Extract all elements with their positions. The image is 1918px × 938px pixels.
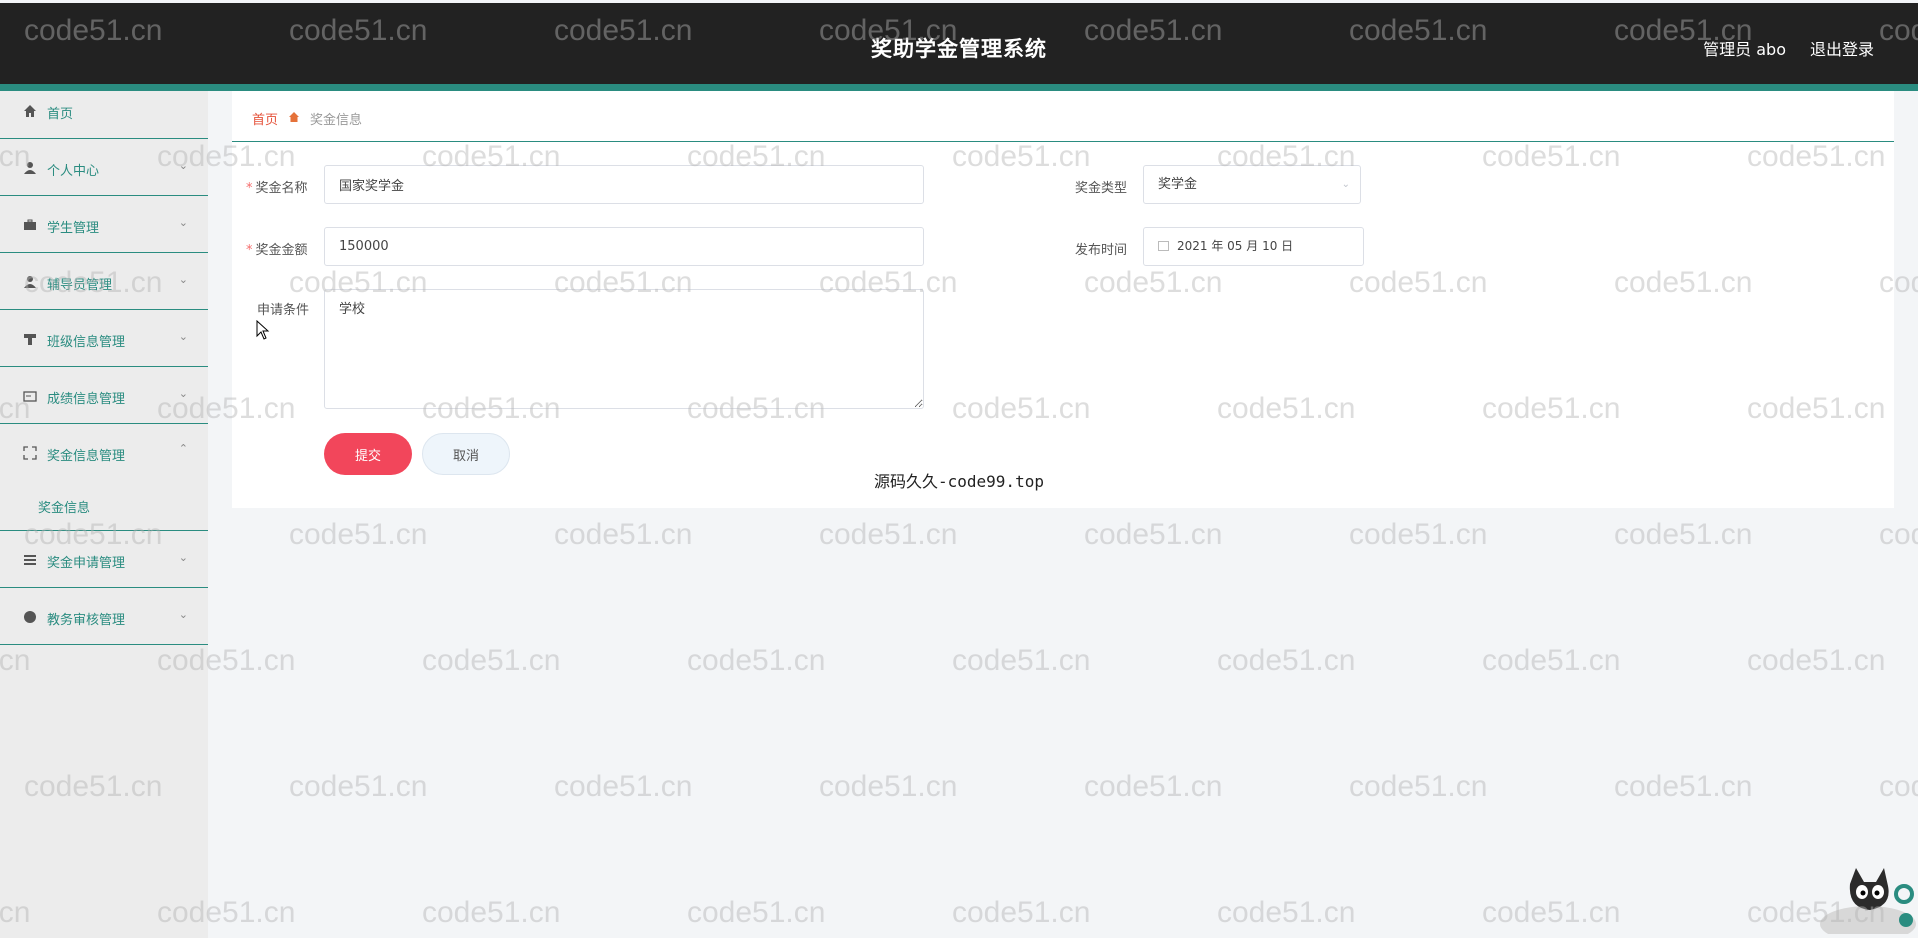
watermark-text: code51.cn [1084, 518, 1223, 551]
watermark-text: code51.cn [1482, 896, 1621, 929]
chevron-down-icon: ⌄ [178, 159, 188, 172]
breadcrumb-divider [232, 141, 1894, 142]
bonus-name-input[interactable] [324, 165, 924, 204]
watermark-text: code51.cn [1614, 518, 1753, 551]
condition-label: 申请条件 [257, 303, 310, 318]
user-icon [22, 161, 38, 177]
sidebar-item-grades-management[interactable]: 成绩信息管理 ⌄ [0, 367, 208, 424]
watermark-text: code51.cn [952, 896, 1091, 929]
watermark-text: code51.cn [1747, 644, 1886, 677]
content-card: 首页 奖金信息 *奖金名称 奖金类型 奖学金 ⌄ *奖金金额 发布时间 2021… [232, 91, 1894, 508]
watermark-text: code51.cn [289, 770, 428, 803]
sidebar-item-class-management[interactable]: 班级信息管理 ⌄ [0, 310, 208, 367]
sidebar-item-label: 奖金申请管理 [47, 556, 126, 571]
sidebar-item-label: 教务审核管理 [47, 613, 126, 628]
sidebar-item-label: 成绩信息管理 [47, 392, 126, 407]
watermark-text: code51.cn [819, 770, 958, 803]
watermark-text: code51.cn [819, 518, 958, 551]
top-header: 奖助学金管理系统 管理员 abo 退出登录 [0, 3, 1918, 84]
home-icon [22, 104, 38, 120]
chevron-down-icon: ⌄ [178, 330, 188, 343]
bonus-type-label: 奖金类型 [1075, 181, 1128, 196]
watermark-text: code51.cn [1614, 770, 1753, 803]
sidebar-item-application-management[interactable]: 奖金申请管理 ⌄ [0, 531, 208, 588]
sidebar-item-academic-review[interactable]: 教务审核管理 ⌄ [0, 588, 208, 645]
condition-textarea[interactable]: 学校 [324, 289, 924, 409]
bonus-amount-input[interactable] [324, 227, 924, 266]
sidebar-item-counselor-management[interactable]: 辅导员管理 ⌄ [0, 253, 208, 310]
watermark-text: code51.cn [289, 518, 428, 551]
watermark-text: code51.cn [1482, 644, 1621, 677]
watermark-text: code51.cn [1217, 896, 1356, 929]
publish-date-picker[interactable]: 2021 年 05 月 10 日 [1143, 227, 1364, 266]
bonus-type-value: 奖学金 [1158, 177, 1198, 192]
header-accent-line [0, 84, 1918, 91]
bonus-type-select[interactable]: 奖学金 ⌄ [1143, 165, 1361, 204]
watermark-text: code51.cn [952, 644, 1091, 677]
breadcrumb-home[interactable]: 首页 [252, 109, 278, 128]
cursor-icon [256, 319, 270, 344]
sidebar-item-bonus-management[interactable]: 奖金信息管理 ⌃ 奖金信息 [0, 424, 208, 531]
sidebar-item-label: 班级信息管理 [47, 335, 126, 350]
watermark-text: code51.cn [422, 896, 561, 929]
chevron-down-icon: ⌄ [178, 273, 188, 286]
sidebar-item-label: 奖金信息管理 [47, 449, 126, 464]
watermark-text: code51.cn [422, 644, 561, 677]
sidebar: 首页 个人中心 ⌄ 学生管理 ⌄ 辅导员管理 ⌄ 班级信息管理 ⌄ 成绩信息管理… [0, 91, 208, 938]
watermark-text: code51.cn [1084, 770, 1223, 803]
chevron-down-icon: ⌄ [1341, 179, 1350, 190]
current-user-label[interactable]: 管理员 abo [1703, 36, 1786, 60]
chevron-up-icon: ⌃ [178, 442, 188, 455]
list-icon [22, 553, 38, 569]
watermark-text: code51.cn [687, 644, 826, 677]
sidebar-item-label: 学生管理 [47, 221, 100, 236]
watermark-text: code51.cn [1217, 644, 1356, 677]
expand-icon [22, 446, 38, 462]
watermark-text: code51.cn [554, 770, 693, 803]
sidebar-item-label: 首页 [47, 107, 74, 122]
podium-icon [22, 332, 38, 348]
watermark-text: code51.cn [554, 518, 693, 551]
bonus-name-label: * 奖金名称 [246, 181, 308, 196]
briefcase-icon [22, 218, 38, 234]
globe-icon [22, 610, 38, 626]
chevron-down-icon: ⌄ [178, 387, 188, 400]
watermark-text: code51.cn [687, 896, 826, 929]
source-caption: 源码久久-code99.top [874, 472, 1044, 491]
publish-date-value: 2021 年 05 月 10 日 [1177, 239, 1294, 253]
sidebar-item-label: 辅导员管理 [47, 278, 113, 293]
mascot-icon [1808, 864, 1918, 938]
user-area: 管理员 abo 退出登录 [1703, 36, 1874, 60]
sidebar-item-label: 个人中心 [47, 164, 100, 179]
calendar-icon [1158, 241, 1169, 251]
user-icon [22, 275, 38, 291]
logout-link[interactable]: 退出登录 [1810, 36, 1874, 60]
sidebar-item-personal-center[interactable]: 个人中心 ⌄ [0, 139, 208, 196]
sidebar-subitem-bonus-info[interactable]: 奖金信息 [38, 497, 90, 516]
watermark-text: code51.cn [1349, 770, 1488, 803]
chevron-down-icon: ⌄ [178, 551, 188, 564]
chevron-down-icon: ⌄ [178, 608, 188, 621]
app-title: 奖助学金管理系统 [871, 37, 1047, 61]
chevron-down-icon: ⌄ [178, 216, 188, 229]
watermark-text: code51.cn [1349, 518, 1488, 551]
breadcrumb-current: 奖金信息 [310, 113, 363, 128]
sidebar-item-home[interactable]: 首页 [0, 91, 208, 139]
card-icon [22, 389, 38, 405]
watermark-text: code51.cn [1879, 770, 1918, 803]
home-icon [288, 111, 300, 127]
breadcrumb: 首页 奖金信息 [252, 109, 362, 128]
bonus-amount-label: * 奖金金额 [246, 243, 308, 258]
submit-button[interactable]: 提交 [324, 433, 412, 475]
watermark-text: code51.cn [1879, 518, 1918, 551]
sidebar-item-student-management[interactable]: 学生管理 ⌄ [0, 196, 208, 253]
cancel-button[interactable]: 取消 [422, 433, 510, 475]
publish-date-label: 发布时间 [1075, 243, 1128, 258]
